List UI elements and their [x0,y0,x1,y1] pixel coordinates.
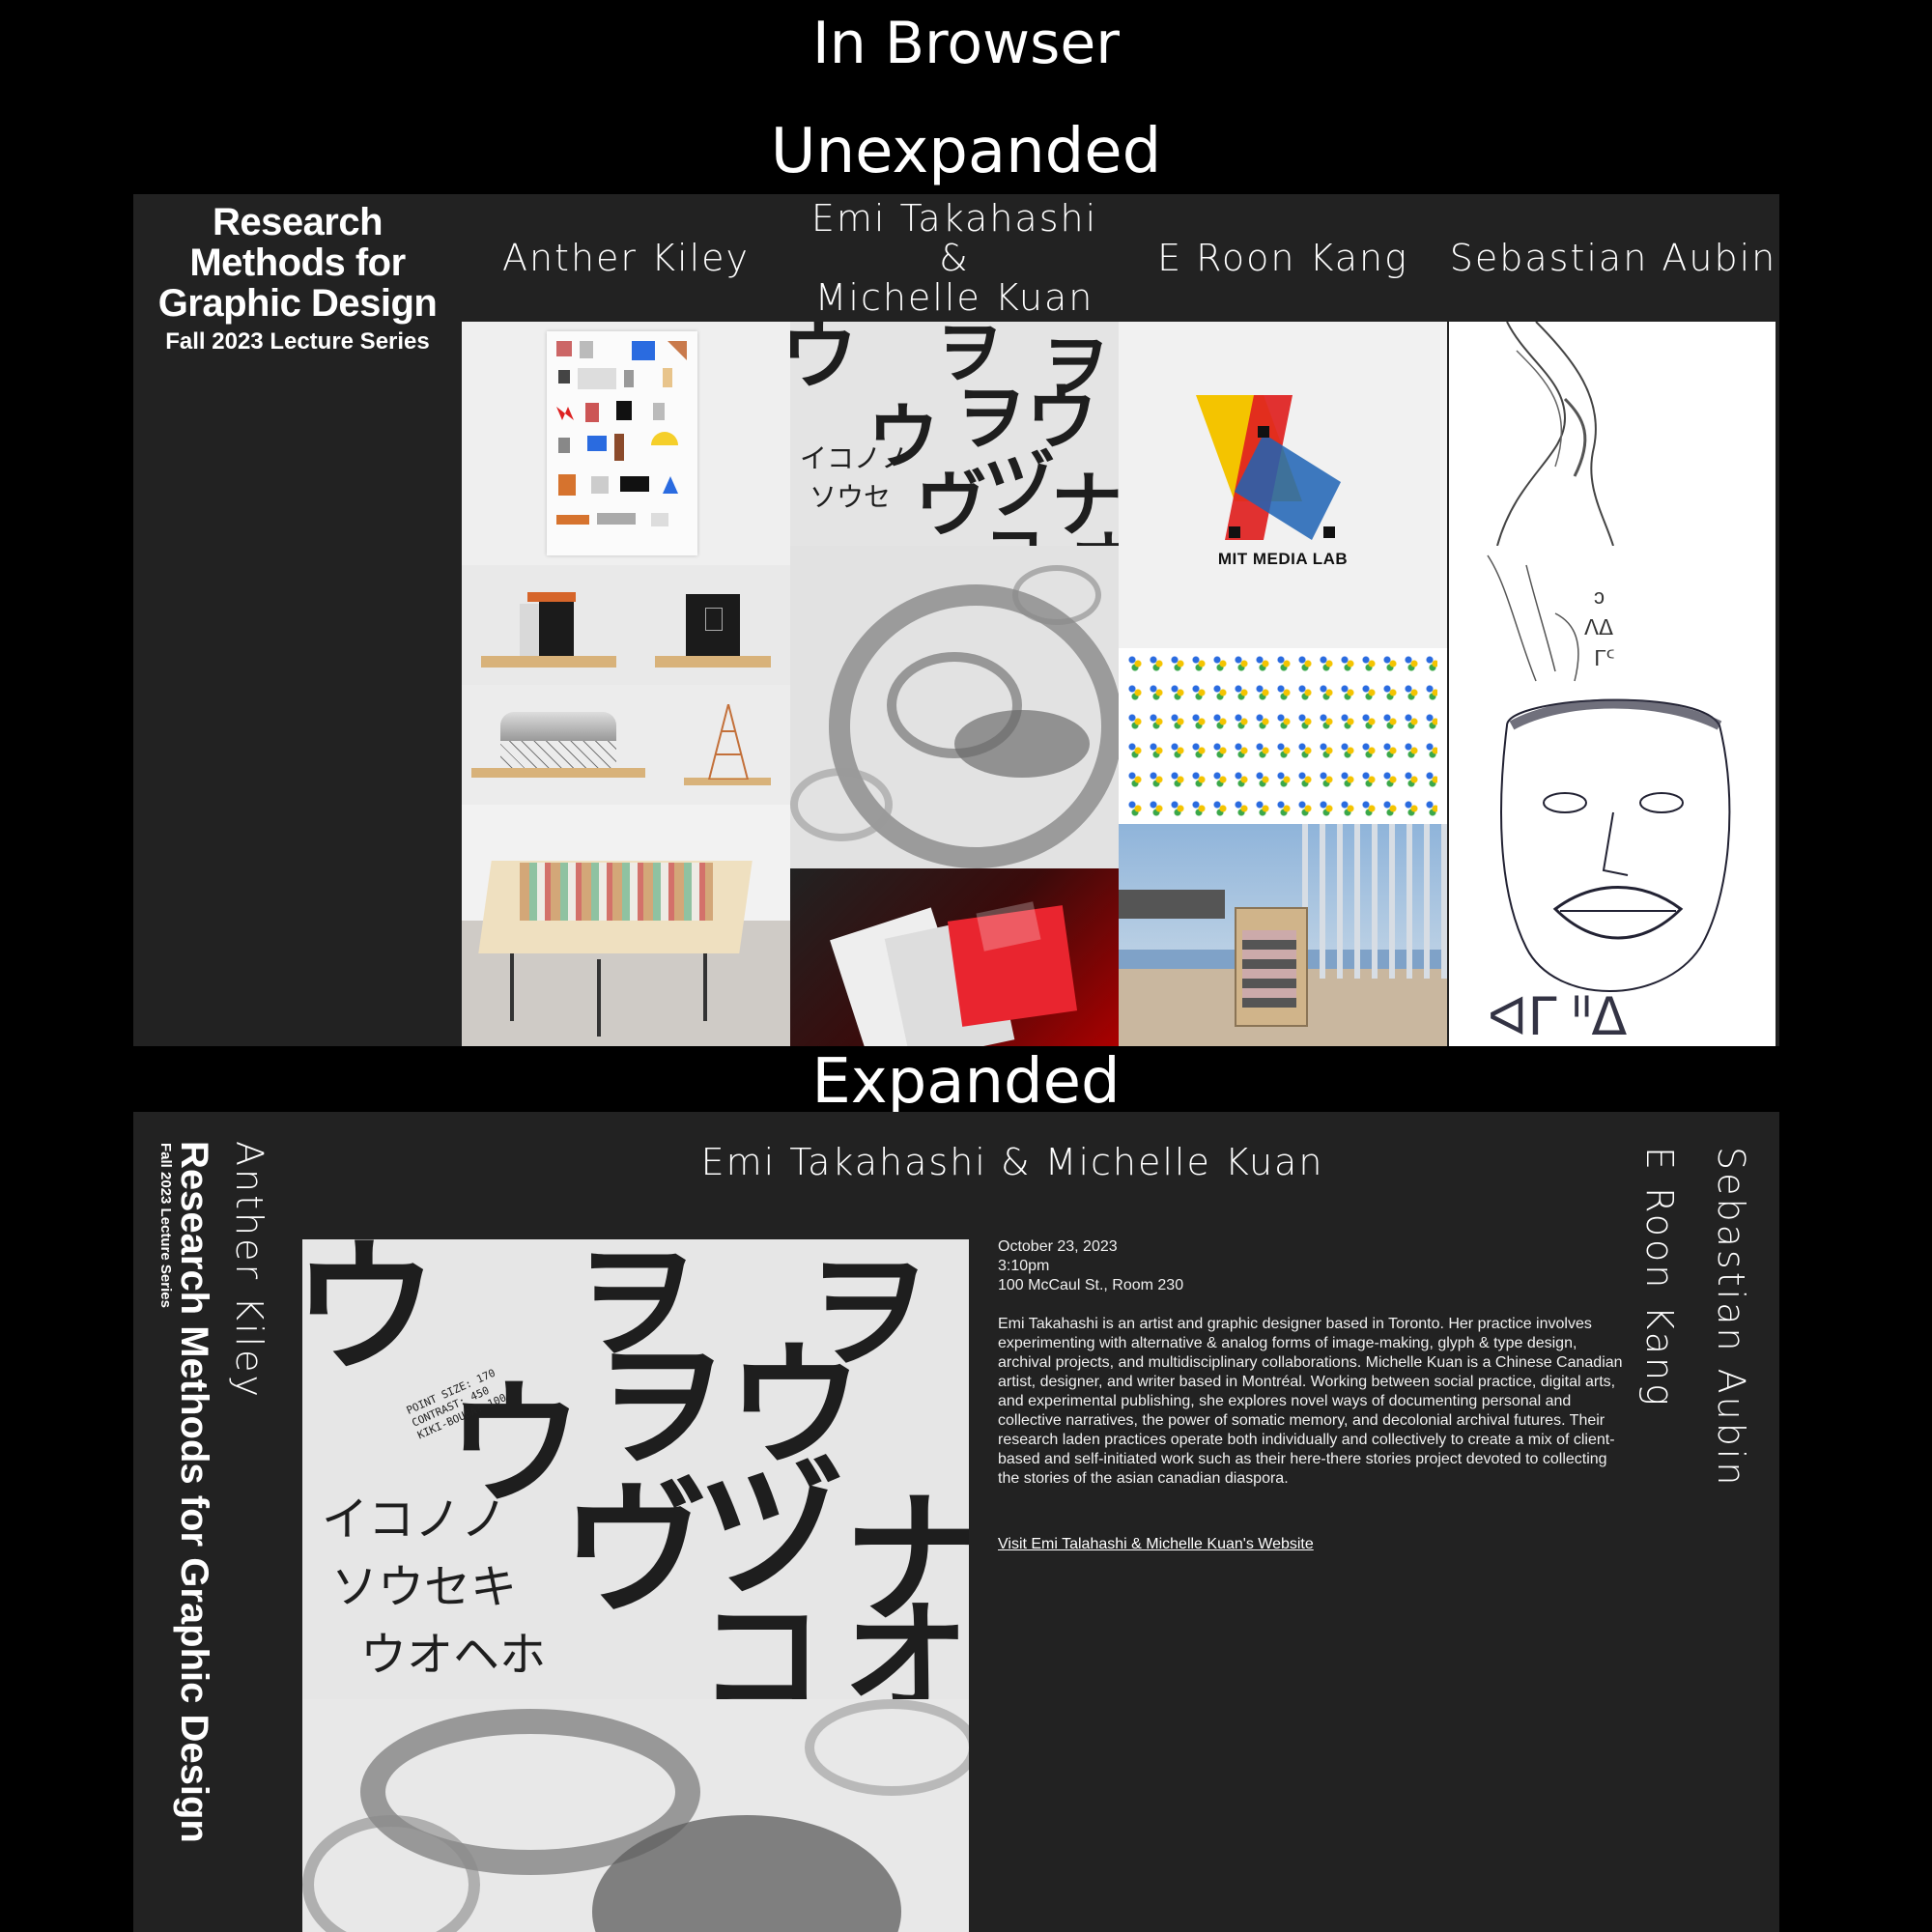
speaker-column-anther-kiley[interactable] [462,322,790,1046]
katakana-poster-image: ウ ヲ ヲ ウ ヲウ ヴ ヅ ナ コ オ イコノノ ソウセキ ウオヘホ POIN… [302,1239,969,1699]
active-speaker-heading: Emi Takahashi & Michelle Kuan [700,1141,1324,1183]
browser-unexpanded: Research Methods for Graphic Design Fall… [133,194,1779,1046]
speaker-name: E Roon Kang [1157,236,1408,279]
portrait-drawing-image: ᐊᒥ ᐦᐃ [1449,687,1776,1046]
publication-image [790,868,1119,1046]
event-location: 100 McCaul St., Room 230 [998,1277,1184,1293]
speaker-bio: Emi Takahashi is an artist and graphic d… [998,1316,1623,1487]
svg-text:ᐱᐃ: ᐱᐃ [1584,615,1613,639]
logo-grid-image [1119,648,1447,824]
svg-text:ɔ: ɔ [1594,584,1605,609]
event-date: October 23, 2023 [998,1238,1118,1255]
hand-sketch-image: ɔ ᐱᐃ ᒥᑦ [1449,546,1776,687]
speaker-tab-e-roon-kang[interactable]: E Roon Kang [1119,194,1447,322]
speaker-column-sebastian-aubin[interactable]: ɔ ᐱᐃ ᒥᑦ ᐊᒥ ᐦᐃ [1449,322,1776,1046]
speaker-name: Emi Takahashi & Michelle Kuan [810,196,1098,319]
speaker-column-emi-takahashi-michelle-kuan[interactable]: ウ ヲ ヲ ウ ヲウ ヴ ヅ ナ イコノノ ソウセ コ オ [790,322,1119,1046]
speaker-tab-sebastian-aubin[interactable]: Sebastian Aubin [1710,1147,1752,1488]
svg-text:ᒥᑦ: ᒥᑦ [1594,646,1615,670]
speaker-name: Sebastian Aubin [1449,236,1777,279]
heading-in-browser: In Browser [812,10,1120,77]
speaker-tab-anther-kiley[interactable]: Anther Kiley [228,1141,270,1400]
shed-model-image [462,685,790,805]
speaker-tab-sebastian-aubin[interactable]: Sebastian Aubin [1449,194,1777,322]
speaker-column-e-roon-kang[interactable]: MIT MEDIA LAB [1119,322,1447,1046]
marbled-paper-image [790,546,1119,868]
gallery-installation-image [462,805,790,1046]
lacma-installation-image [1119,824,1447,1046]
browser-expanded: Fall 2023 Lecture Series Research Method… [133,1112,1779,1932]
speaker-info: October 23, 2023 3:10pm 100 McCaul St., … [998,1237,1626,1554]
svg-text:ᐊᒥ ᐦᐃ: ᐊᒥ ᐦᐃ [1488,988,1627,1046]
speaker-tab-emi-takahashi-michelle-kuan[interactable]: Emi Takahashi & Michelle Kuan [790,194,1119,322]
site-title[interactable]: Research Methods for Graphic Design [172,1141,216,1843]
poster-image [462,322,790,565]
hand-drawing-image [1449,322,1776,546]
heading-unexpanded: Unexpanded [770,116,1162,187]
speaker-name: Anther Kiley [501,236,751,279]
house-model-image [462,565,790,685]
site-title-line: Research [212,201,384,243]
site-subtitle: Fall 2023 Lecture Series [165,328,430,355]
speaker-website-link[interactable]: Visit Emi Talahashi & Michelle Kuan's We… [998,1535,1626,1554]
mit-logo-text: MIT MEDIA LAB [1217,550,1349,568]
mit-media-lab-logo-image: MIT MEDIA LAB [1119,322,1447,648]
speaker-tab-e-roon-kang[interactable]: E Roon Kang [1638,1147,1681,1408]
site-title[interactable]: Research Methods for Graphic Design [133,202,462,324]
heading-expanded: Expanded [811,1046,1121,1118]
speaker-tab-anther-kiley[interactable]: Anther Kiley [462,194,790,322]
site-title-line: Methods for [189,242,406,284]
marbled-paper-image [302,1699,969,1932]
katakana-poster-image: ウ ヲ ヲ ウ ヲウ ヴ ヅ ナ イコノノ ソウセ コ オ [790,322,1119,546]
site-title-line: Graphic Design [157,282,438,325]
event-time: 3:10pm [998,1258,1050,1274]
